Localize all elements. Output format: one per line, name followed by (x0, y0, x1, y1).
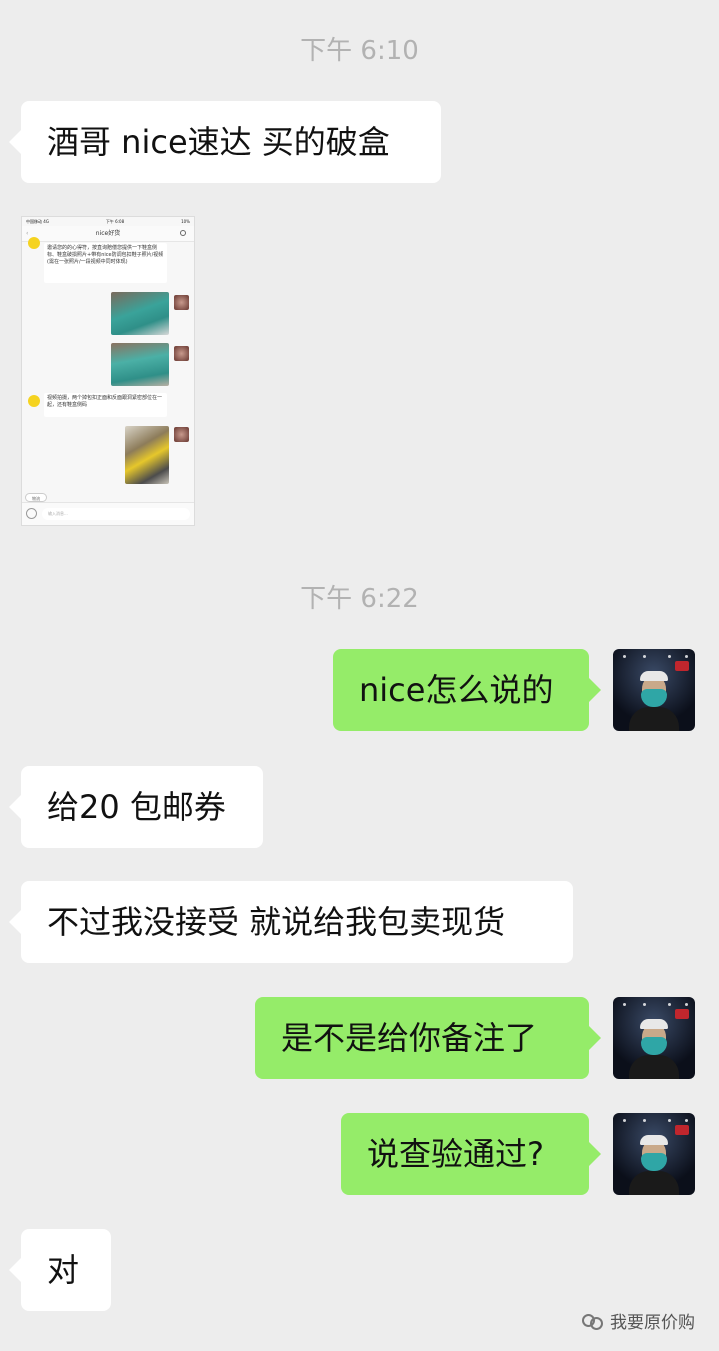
received-text: 视频拍摄，两个掉包扣正面和反面跟洞紧密部位在一起，还有鞋盒侧码 (44, 393, 167, 417)
message-input: 输入消息... (42, 508, 190, 520)
support-icon (180, 230, 186, 236)
carrier-label: 中国移动 4G (26, 219, 49, 224)
timestamp: 下午 6:22 (300, 584, 419, 614)
logistics-pill: 物流 (25, 493, 47, 502)
voice-icon (26, 508, 37, 519)
shoebox-photo (111, 343, 169, 386)
watermark-label: 我要原价购 (610, 1313, 695, 1333)
input-bar: 输入消息... (22, 502, 194, 525)
avatar (174, 346, 189, 361)
avatar (174, 295, 189, 310)
screenshot-image-message[interactable]: 中国移动 4G 下午 6:08 10% ‹ nice好货 邀请您的的心得符，按直… (21, 216, 195, 526)
message-bubble-sent[interactable]: 是不是给你备注了 (255, 997, 601, 1079)
shoebox-photo (111, 292, 169, 335)
battery-label: 10% (181, 219, 190, 224)
message-bubble-received[interactable]: 不过我没接受 就说给我包卖现货 (9, 881, 573, 963)
wechat-official-account-icon (582, 1312, 604, 1330)
message-bubble-sent[interactable]: 说查验通过? (341, 1113, 601, 1195)
bell-icon (28, 395, 40, 407)
status-bar: 中国移动 4G 下午 6:08 10% (26, 219, 190, 225)
nav-title: nice好货 (95, 230, 121, 237)
user-avatar[interactable] (613, 1113, 695, 1195)
message-bubble-received[interactable]: 酒哥 nice速达 买的破盒 (9, 101, 441, 183)
watermark: 我要原价购 (582, 1308, 695, 1333)
user-avatar[interactable] (613, 649, 695, 731)
user-avatar[interactable] (613, 997, 695, 1079)
message-bubble-sent[interactable]: nice怎么说的 (333, 649, 601, 731)
status-time: 下午 6:08 (105, 219, 125, 224)
message-bubble-received[interactable]: 给20 包邮券 (9, 766, 263, 848)
received-text: 邀请您的的心得符，按直询赔偿您提供一下鞋盒侧标、鞋盒破损照片+带有nice防调包… (44, 243, 167, 283)
sneaker-photo (125, 426, 169, 484)
message-bubble-received[interactable]: 对 (9, 1229, 111, 1311)
timestamp: 下午 6:10 (300, 36, 419, 66)
avatar (174, 427, 189, 442)
bell-icon (28, 237, 40, 249)
nav-bar: ‹ nice好货 (22, 226, 194, 242)
